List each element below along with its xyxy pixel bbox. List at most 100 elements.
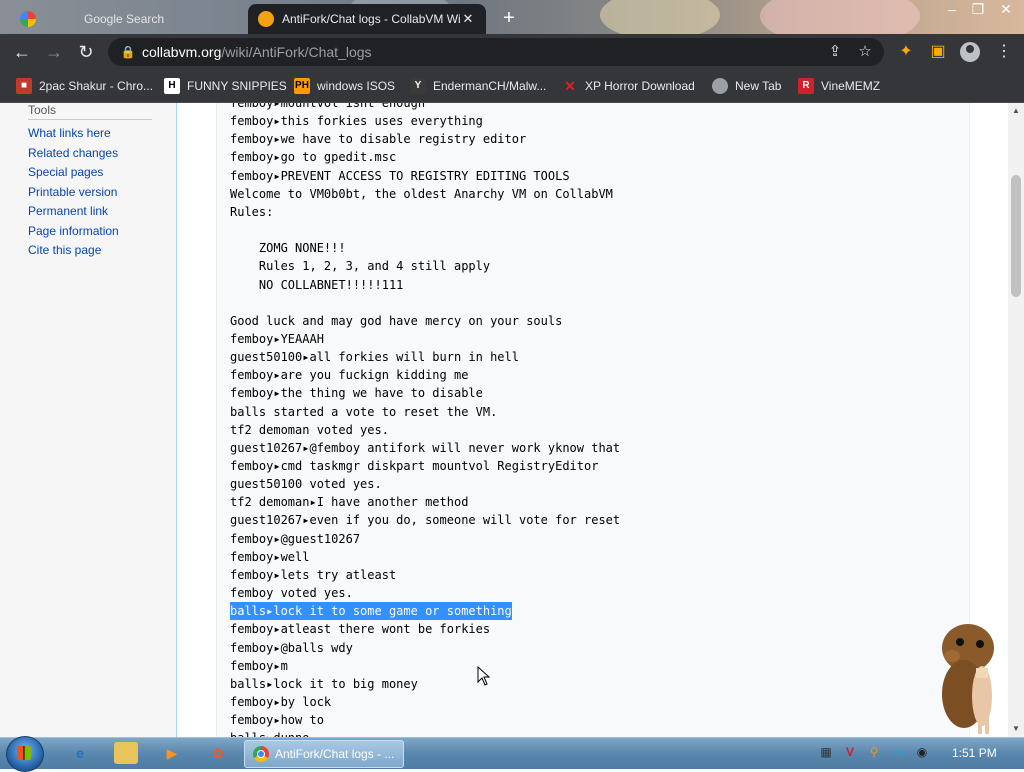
chat-line: femboy▸@balls wdy: [230, 640, 353, 655]
chat-line: Rules 1, 2, 3, and 4 still apply: [230, 259, 491, 274]
scroll-up-icon[interactable]: ▲: [1012, 107, 1020, 115]
collabvm-favicon-icon: [258, 11, 274, 27]
new-tab-button[interactable]: +: [498, 8, 520, 30]
bookmark-xp-horror[interactable]: ✕ XP Horror Download: [562, 76, 695, 96]
link-printable-version[interactable]: Printable version: [28, 185, 117, 199]
chat-line: femboy▸YEAAAH: [230, 331, 324, 346]
chrome-icon: [253, 746, 269, 762]
scroll-down-icon[interactable]: ▼: [1012, 725, 1020, 733]
reload-icon[interactable]: ↻: [74, 40, 98, 64]
tab-strip: Google Search AntiFork/Chat logs - Colla…: [0, 0, 1024, 34]
history-h-icon: H: [164, 78, 180, 94]
ph-logo-icon: PH: [294, 78, 310, 94]
page-scrollbar[interactable]: ▲ ▼: [1008, 103, 1024, 737]
bookmark-2pac[interactable]: ■ 2pac Shakur - Chro...: [16, 76, 153, 96]
chat-line: balls▸lock it to big money: [230, 676, 418, 691]
chat-line: femboy▸m: [230, 658, 288, 673]
scrollbar-thumb[interactable]: [1011, 175, 1021, 297]
chat-line: femboy▸are you fuckign kidding me: [230, 368, 469, 383]
taskbar-chrome-window[interactable]: AntiFork/Chat logs - ...: [244, 740, 404, 768]
tab-chat-logs[interactable]: AntiFork/Chat logs - CollabVM Wiki ✕: [248, 4, 486, 34]
forward-arrow-icon[interactable]: →: [42, 40, 66, 64]
link-cite-this-page[interactable]: Cite this page: [28, 243, 101, 257]
wallpaper-decoration: [760, 0, 920, 34]
google-icon: [20, 11, 36, 27]
chat-line: femboy voted yes.: [230, 586, 353, 601]
profile-avatar-icon[interactable]: [960, 42, 980, 62]
media-player-icon[interactable]: ▶: [160, 742, 184, 764]
chat-line: Rules:: [230, 204, 274, 219]
chat-line: femboy▸the thing we have to disable: [230, 386, 483, 401]
desktop-pet-image: [942, 624, 994, 734]
clock[interactable]: 1:51 PM: [952, 746, 997, 760]
globe-icon: [712, 78, 728, 94]
bookmark-vinememz[interactable]: R VineMEMZ: [798, 76, 880, 96]
chat-line: balls started a vote to reset the VM.: [230, 404, 498, 419]
chat-line: femboy▸go to gpedit.msc: [230, 150, 397, 165]
link-special-pages[interactable]: Special pages: [28, 165, 103, 179]
r-logo-icon: R: [798, 78, 814, 94]
chat-line: femboy▸atleast there wont be forkies: [230, 622, 491, 637]
chat-line: ZOMG NONE!!!: [230, 241, 346, 256]
bookmark-2pac-icon: ■: [16, 78, 32, 94]
chat-line: Good luck and may god have mercy on your…: [230, 313, 563, 328]
chat-line: guest50100▸all forkies will burn in hell: [230, 350, 519, 365]
minimize-icon[interactable]: –: [938, 0, 966, 20]
chat-line: femboy▸by lock: [230, 694, 332, 709]
bookmark-funny-snippies[interactable]: H FUNNY SNIPPIES: [164, 76, 287, 96]
red-x-icon: ✕: [564, 78, 576, 94]
close-tab-icon[interactable]: ✕: [460, 11, 476, 27]
extensions-puzzle-icon[interactable]: ✦: [894, 40, 918, 64]
chat-line: guest10267▸even if you do, someone will …: [230, 513, 621, 528]
start-button[interactable]: [6, 736, 44, 772]
chat-line: femboy▸@guest10267: [230, 531, 361, 546]
chat-line: femboy▸PREVENT ACCESS TO REGISTRY EDITIN…: [230, 168, 570, 183]
chat-line: femboy▸lets try atleast: [230, 567, 397, 582]
close-window-icon[interactable]: ✕: [992, 0, 1020, 20]
tab-google-search[interactable]: Google Search: [10, 4, 248, 34]
chat-line: femboy▸this forkies uses everything: [230, 114, 483, 129]
bookmark-new-tab[interactable]: New Tab: [712, 76, 781, 96]
chat-line: femboy▸how to: [230, 713, 324, 728]
url-text: collabvm.org/wiki/AntiFork/Chat_logs: [142, 44, 372, 60]
taskbar: e ▶ ✿ AntiFork/Chat logs - ... ▦ V ⚲ ▭ ◉…: [0, 736, 1024, 772]
share-icon[interactable]: ⇪: [826, 43, 844, 61]
bookmarks-bar: ■ 2pac Shakur - Chro... H FUNNY SNIPPIES…: [0, 70, 1024, 103]
internet-explorer-icon[interactable]: e: [68, 742, 92, 764]
restore-icon[interactable]: ❐: [964, 0, 992, 20]
bookmark-windows-isos[interactable]: PH windows ISOS: [294, 76, 395, 96]
display-icon[interactable]: ▭: [890, 744, 906, 760]
chat-line: femboy▸we have to disable registry edito…: [230, 132, 527, 147]
link-page-information[interactable]: Page information: [28, 224, 119, 238]
wiki-page: Tools What links here Related changes Sp…: [0, 103, 1008, 737]
link-permanent-link[interactable]: Permanent link: [28, 204, 108, 218]
app-icon[interactable]: ✿: [206, 742, 230, 764]
tab-title: AntiFork/Chat logs - CollabVM Wiki: [282, 12, 460, 26]
yp-icon: Y: [410, 78, 426, 94]
browser-toolbar: ← → ↻ 🔒 collabvm.org/wiki/AntiFork/Chat_…: [0, 34, 1024, 70]
network-icon[interactable]: ▦: [818, 744, 834, 760]
link-what-links-here[interactable]: What links here: [28, 126, 111, 140]
search-icon[interactable]: ⚲: [866, 744, 882, 760]
menu-dots-icon[interactable]: ⋮: [992, 40, 1016, 64]
chat-line-selected: balls▸lock it to some game or something: [230, 602, 512, 621]
mouse-cursor-icon: [477, 666, 491, 686]
chat-line: balls▸dunno: [230, 729, 309, 737]
divider: [28, 119, 152, 120]
chat-line: tf2 demoman▸I have another method: [230, 495, 469, 510]
star-icon[interactable]: ☆: [856, 43, 874, 61]
taskbar-window-title: AntiFork/Chat logs - ...: [275, 747, 395, 761]
volume-icon[interactable]: ◉: [914, 744, 930, 760]
file-explorer-icon[interactable]: [114, 742, 138, 764]
chat-line: NO COLLABNET!!!!!111: [230, 277, 404, 292]
back-arrow-icon[interactable]: ←: [10, 40, 34, 64]
side-panel-icon[interactable]: ▣: [926, 40, 950, 64]
bookmark-endermanch[interactable]: Y EndermanCH/Malw...: [410, 76, 546, 96]
chat-line: Welcome to VM0b0bt, the oldest Anarchy V…: [230, 186, 613, 201]
antivirus-v-icon[interactable]: V: [842, 744, 858, 760]
address-bar[interactable]: 🔒 collabvm.org/wiki/AntiFork/Chat_logs ⇪…: [108, 38, 884, 66]
chat-line: femboy▸cmd taskmgr diskpart mountvol Reg…: [230, 459, 599, 473]
lock-icon[interactable]: 🔒: [120, 44, 136, 60]
chat-line: tf2 demoman voted yes.: [230, 422, 389, 437]
link-related-changes[interactable]: Related changes: [28, 146, 118, 160]
